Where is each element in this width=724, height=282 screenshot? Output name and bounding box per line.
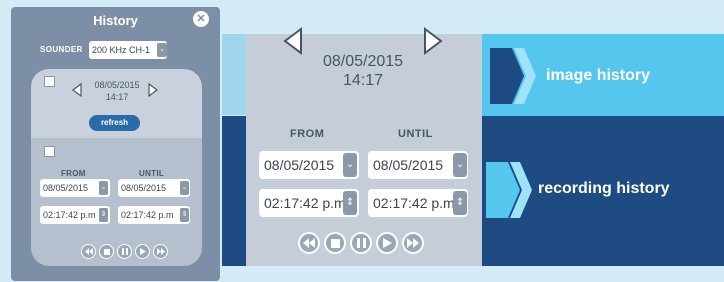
chevron-right-icon[interactable] xyxy=(147,83,159,97)
fast-forward-icon[interactable] xyxy=(153,244,168,259)
stepper-icon[interactable]: ⇕ xyxy=(99,208,108,222)
image-history-time: 14:17 xyxy=(342,72,384,89)
small-from-label: FROM xyxy=(61,169,86,178)
close-icon[interactable]: ✕ xyxy=(193,11,209,27)
sounder-label: SOUNDER xyxy=(40,45,83,54)
play-icon[interactable] xyxy=(376,232,398,254)
small-image-history-date: 08/05/2015 xyxy=(94,80,140,90)
recording-history-callout: recording history xyxy=(482,116,724,266)
chevron-right-icon xyxy=(490,48,536,104)
small-playback-controls xyxy=(81,244,168,259)
rewind-icon[interactable] xyxy=(81,244,96,259)
small-until-label: UNTIL xyxy=(139,169,165,178)
image-history-label: image history xyxy=(546,67,651,84)
chevron-left-icon[interactable] xyxy=(71,83,83,97)
small-image-history-datetime: 08/05/2015 14:17 xyxy=(87,79,147,103)
play-icon[interactable] xyxy=(135,244,150,259)
until-label: UNTIL xyxy=(398,128,433,140)
chevron-right-icon xyxy=(486,162,532,218)
image-history-datetime: 08/05/2015 14:17 xyxy=(300,52,426,90)
chevron-down-icon[interactable]: ⌄ xyxy=(343,153,357,177)
dialog-title: History xyxy=(93,13,138,28)
small-image-history-time: 14:17 xyxy=(105,92,129,102)
pause-icon[interactable] xyxy=(117,244,132,259)
rewind-icon[interactable] xyxy=(298,232,320,254)
sounder-select[interactable]: 200 KHz CH-1 xyxy=(89,41,167,59)
chevron-left-icon[interactable] xyxy=(281,27,305,55)
history-dialog: History ✕ SOUNDER 200 KHz CH-1 ⌄ 08/05/2… xyxy=(11,7,220,281)
recording-history-label: recording history xyxy=(538,180,670,197)
playback-controls xyxy=(298,232,424,254)
image-history-checkbox[interactable] xyxy=(44,76,55,87)
stepper-icon[interactable]: ⇕ xyxy=(180,208,189,222)
fast-forward-icon[interactable] xyxy=(402,232,424,254)
recording-history-checkbox[interactable] xyxy=(44,146,55,157)
pause-icon[interactable] xyxy=(350,232,372,254)
refresh-button[interactable]: refresh xyxy=(89,115,140,131)
image-history-date: 08/05/2015 xyxy=(322,53,404,70)
from-label: FROM xyxy=(290,128,325,140)
chevron-down-icon[interactable]: ⌄ xyxy=(157,43,167,57)
image-history-callout: image history xyxy=(482,34,724,116)
stepper-icon[interactable]: ⇕ xyxy=(453,191,467,215)
chevron-down-icon[interactable]: ⌄ xyxy=(99,181,108,195)
stop-icon[interactable] xyxy=(99,244,114,259)
stop-icon[interactable] xyxy=(324,232,346,254)
chevron-down-icon[interactable]: ⌄ xyxy=(180,181,189,195)
stepper-icon[interactable]: ⇕ xyxy=(343,191,357,215)
chevron-down-icon[interactable]: ⌄ xyxy=(453,153,467,177)
chevron-right-icon[interactable] xyxy=(421,27,445,55)
